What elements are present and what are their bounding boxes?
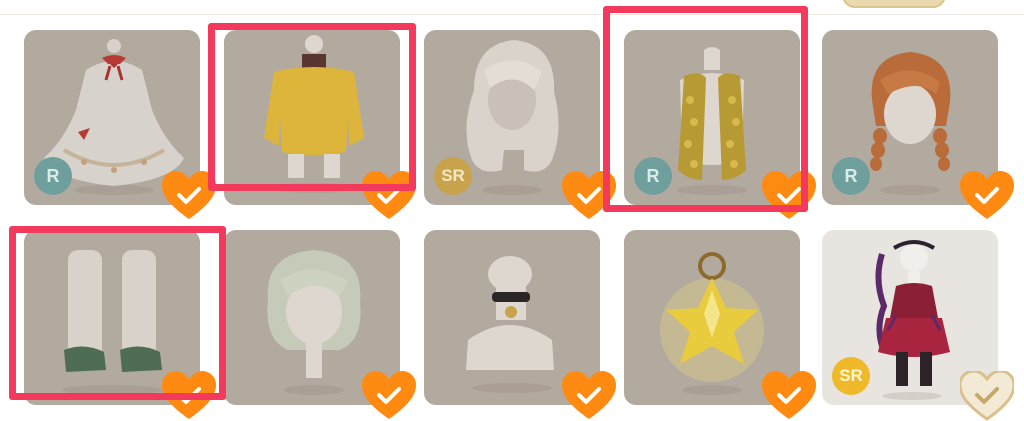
rarity-badge: SR [434,157,472,195]
owned-heart-icon [762,371,816,421]
item-grid: R SR R R SR [0,0,1024,421]
item-card-sweater[interactable] [224,30,416,219]
owned-heart-icon [562,171,616,221]
owned-heart-icon [162,371,216,421]
rarity-badge: SR [832,357,870,395]
owned-heart-icon [362,371,416,421]
owned-heart-icon [562,371,616,421]
item-card-scarf[interactable]: R [624,30,816,219]
item-card-braided-hair[interactable]: R [822,30,1014,219]
rarity-badge: R [832,157,870,195]
rarity-badge: R [634,157,672,195]
owned-heart-icon [762,171,816,221]
item-card-star[interactable] [624,230,816,419]
item-card-doll-outfit[interactable]: SR [822,230,1014,421]
owned-heart-icon [960,171,1014,221]
owned-heart-icon [162,171,216,221]
item-card-dress[interactable]: R [24,30,216,219]
item-card-short-hair[interactable] [224,230,416,419]
owned-heart-icon [362,171,416,221]
item-card-long-hair[interactable]: SR [424,30,616,219]
item-card-choker[interactable] [424,230,616,419]
item-card-socks[interactable] [24,230,216,419]
rarity-badge: R [34,157,72,195]
unowned-heart-icon [960,371,1014,421]
